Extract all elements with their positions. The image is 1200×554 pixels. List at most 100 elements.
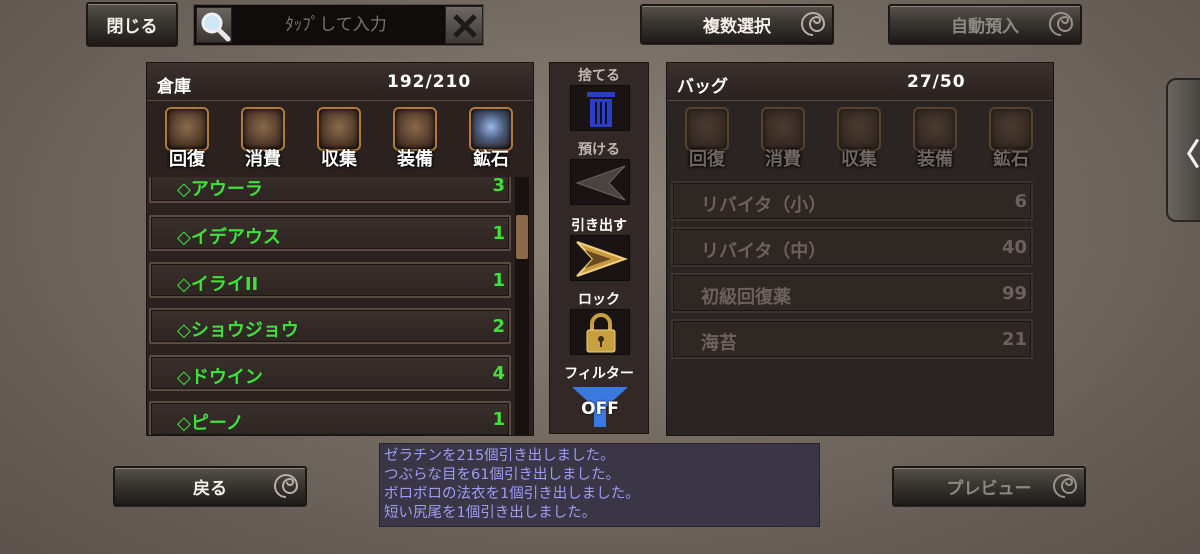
search-input[interactable] <box>236 9 436 41</box>
action-column: 捨てる 預ける 引き出す ロック フィルター OFF <box>549 62 649 434</box>
tab-equipment[interactable]: 装備 <box>905 107 965 175</box>
warehouse-title: 倉庫 <box>157 77 191 97</box>
preview-button-label: プレビュー <box>946 478 1032 499</box>
item-name: ◇イライII <box>177 274 259 295</box>
item-quantity: 2 <box>492 316 505 337</box>
list-item[interactable]: 初級回復薬 99 <box>671 273 1033 313</box>
warehouse-category-tabs: 回復 消費 収集 装備 鉱石 <box>147 101 533 177</box>
filter-label: フィルター <box>564 366 634 382</box>
tab-recovery[interactable]: 回復 <box>677 107 737 175</box>
list-item[interactable]: リバイタ（小） 6 <box>671 181 1033 221</box>
tab-collection[interactable]: 収集 <box>309 107 369 175</box>
item-quantity: 99 <box>1001 283 1027 304</box>
bag-item-list[interactable]: リバイタ（小） 6 リバイタ（中） 40 初級回復薬 99 海苔 21 <box>667 177 1053 435</box>
lock-label: ロック <box>578 292 620 308</box>
multi-select-button[interactable]: 複数選択 <box>640 4 834 44</box>
list-item[interactable]: ◇イライII 1 <box>149 262 511 298</box>
item-quantity: 3 <box>492 177 505 196</box>
item-quantity: 21 <box>1001 329 1027 350</box>
auto-deposit-label: 自動預入 <box>951 16 1019 37</box>
withdraw-button[interactable] <box>570 235 630 281</box>
list-item[interactable]: ◇イデアウス 1 <box>149 215 511 251</box>
discard-label: 捨てる <box>578 68 620 84</box>
item-quantity: 1 <box>492 270 505 291</box>
warehouse-header: 倉庫 192/210 <box>147 63 533 101</box>
search-icon[interactable] <box>196 7 232 43</box>
arrow-right-icon <box>576 241 628 277</box>
item-name: ◇イデアウス <box>177 227 281 248</box>
bag-header: バッグ 27/50 <box>667 63 1053 101</box>
warehouse-scrollbar[interactable] <box>515 177 529 435</box>
tab-label: 収集 <box>321 149 357 170</box>
item-quantity: 1 <box>492 409 505 430</box>
list-item[interactable]: ◇アウーラ 3 <box>149 177 511 203</box>
preview-button[interactable]: プレビュー <box>892 466 1086 506</box>
bag-panel: バッグ 27/50 回復 消費 収集 装備 鉱石 リバイタ（小） 6 リバイタ（… <box>666 62 1054 436</box>
chevron-left-icon: 〈 <box>1170 138 1200 173</box>
deposit-button[interactable] <box>570 159 630 205</box>
item-name: ◇ドウイン <box>177 367 263 388</box>
message-log: ゼラチンを215個引き出しました。 つぶらな目を61個引き出しました。 ボロボロ… <box>379 443 820 527</box>
tab-collection[interactable]: 収集 <box>829 107 889 175</box>
tab-ore[interactable]: 鉱石 <box>461 107 521 175</box>
clear-search-icon[interactable] <box>445 6 483 44</box>
back-button-label: 戻る <box>193 478 227 499</box>
search-bar <box>193 4 484 46</box>
tab-label: 消費 <box>765 149 801 170</box>
trash-icon <box>587 92 615 127</box>
tab-label: 装備 <box>917 149 953 170</box>
item-name: リバイタ（小） <box>701 195 827 216</box>
list-item[interactable]: 海苔 21 <box>671 319 1033 359</box>
close-button-label: 閉じる <box>106 16 158 37</box>
item-name: 海苔 <box>701 333 737 354</box>
tab-ore[interactable]: 鉱石 <box>981 107 1041 175</box>
tab-label: 鉱石 <box>993 149 1029 170</box>
back-button[interactable]: 戻る <box>113 466 307 506</box>
bag-title: バッグ <box>677 77 728 97</box>
item-name: ◇アウーラ <box>177 179 263 200</box>
bag-category-tabs: 回復 消費 収集 装備 鉱石 <box>667 101 1053 177</box>
swirl-ornament-icon <box>274 474 299 498</box>
tab-label: 回復 <box>169 149 205 170</box>
list-item[interactable]: ◇ショウジョウ 2 <box>149 308 511 344</box>
tab-label: 鉱石 <box>473 149 509 170</box>
lock-button[interactable] <box>570 309 630 355</box>
close-button[interactable]: 閉じる <box>86 2 178 46</box>
tab-recovery[interactable]: 回復 <box>157 107 217 175</box>
warehouse-item-list[interactable]: ◇アウーラ 3 ◇イデアウス 1 ◇イライII 1 ◇ショウジョウ 2 ◇ドウイ… <box>147 177 533 435</box>
item-name: ◇ショウジョウ <box>177 320 299 341</box>
log-line: 短い尻尾を1個引き出しました。 <box>384 505 597 521</box>
item-quantity: 4 <box>492 363 505 384</box>
item-name: 初級回復薬 <box>701 287 791 308</box>
list-item[interactable]: ◇ドウイン 4 <box>149 355 511 391</box>
tab-label: 回復 <box>689 149 725 170</box>
warehouse-panel: 倉庫 192/210 回復 消費 収集 装備 鉱石 ◇アウーラ 3 ◇イデアウス… <box>146 62 534 436</box>
side-drawer-tab[interactable]: 〈 <box>1166 78 1200 222</box>
padlock-icon <box>586 313 616 353</box>
multi-select-label: 複数選択 <box>703 16 771 37</box>
auto-deposit-button[interactable]: 自動預入 <box>888 4 1082 44</box>
filter-toggle[interactable]: OFF <box>570 383 630 429</box>
log-line: ボロボロの法衣を1個引き出しました。 <box>384 486 640 502</box>
list-item[interactable]: リバイタ（中） 40 <box>671 227 1033 267</box>
tab-label: 装備 <box>397 149 433 170</box>
list-item[interactable]: ◇ピーノ 1 <box>149 401 511 435</box>
tab-label: 収集 <box>841 149 877 170</box>
item-name: リバイタ（中） <box>701 241 827 262</box>
tab-label: 消費 <box>245 149 281 170</box>
tab-consumable[interactable]: 消費 <box>233 107 293 175</box>
tab-equipment[interactable]: 装備 <box>385 107 445 175</box>
item-name: ◇ピーノ <box>177 413 244 434</box>
log-line: つぶらな目を61個引き出しました。 <box>384 467 620 483</box>
discard-button[interactable] <box>570 85 630 131</box>
arrow-left-icon <box>575 165 626 201</box>
warehouse-count: 192/210 <box>387 72 472 92</box>
swirl-ornament-icon <box>1049 12 1074 36</box>
swirl-ornament-icon <box>1053 474 1078 498</box>
item-quantity: 1 <box>492 223 505 244</box>
item-quantity: 6 <box>1014 191 1027 212</box>
deposit-label: 預ける <box>578 142 620 158</box>
tab-consumable[interactable]: 消費 <box>753 107 813 175</box>
log-line: ゼラチンを215個引き出しました。 <box>384 448 615 464</box>
scrollbar-thumb[interactable] <box>516 215 528 259</box>
